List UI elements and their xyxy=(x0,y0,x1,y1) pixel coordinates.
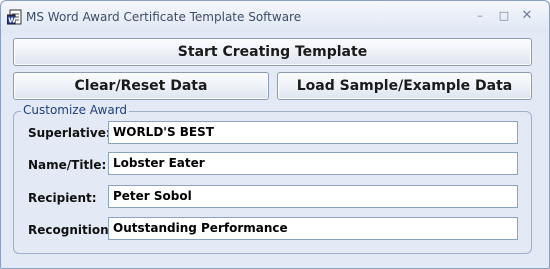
recipient-input[interactable]: Peter Sobol xyxy=(108,185,518,208)
recognition-label: Recognition: xyxy=(28,223,114,237)
close-icon[interactable]: ✕ xyxy=(519,9,535,23)
superlative-input[interactable]: WORLD'S BEST xyxy=(108,121,518,144)
title-bar[interactable]: W MS Word Award Certificate Template Sof… xyxy=(1,1,549,33)
clear-reset-data-button[interactable]: Clear/Reset Data xyxy=(13,72,269,100)
name-title-label: Name/Title: xyxy=(28,158,107,172)
superlative-label: Superlative: xyxy=(28,126,111,140)
recipient-label: Recipient: xyxy=(28,191,97,205)
load-sample-data-button[interactable]: Load Sample/Example Data xyxy=(277,72,532,100)
minimize-icon[interactable]: – xyxy=(472,9,488,23)
word-document-icon[interactable]: W xyxy=(6,9,23,26)
start-creating-template-button[interactable]: Start Creating Template xyxy=(13,38,532,66)
window-title: MS Word Award Certificate Template Softw… xyxy=(26,10,302,24)
customize-award-legend: Customize Award xyxy=(21,103,130,117)
app-window: W MS Word Award Certificate Template Sof… xyxy=(0,0,550,269)
name-title-input[interactable]: Lobster Eater xyxy=(108,152,518,175)
svg-text:W: W xyxy=(8,17,16,25)
recognition-input[interactable]: Outstanding Performance xyxy=(108,217,518,240)
maximize-icon[interactable]: □ xyxy=(496,9,512,23)
